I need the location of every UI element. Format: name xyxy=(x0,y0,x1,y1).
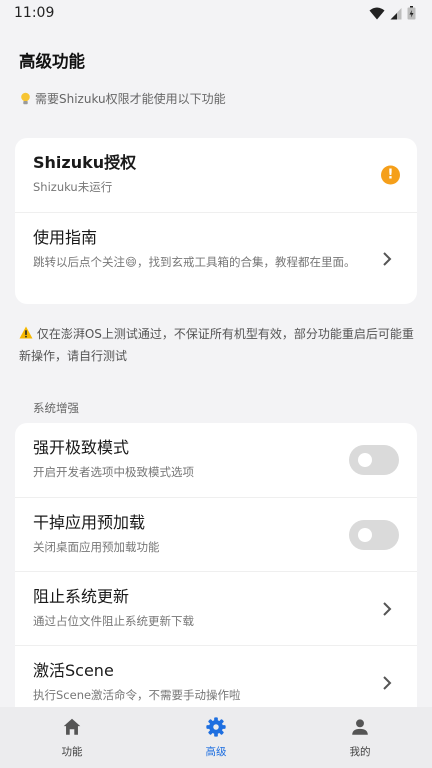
toggle-knob xyxy=(358,527,372,542)
toggle-knob xyxy=(358,453,372,467)
bottom-nav: 功能 高级 我的 xyxy=(0,707,432,768)
nav-label-profile: 我的 xyxy=(349,746,371,758)
nav-label-features: 功能 xyxy=(61,746,83,758)
battery-icon xyxy=(407,6,416,20)
nav-item-advanced[interactable]: 高级 xyxy=(144,707,288,768)
activate-scene-title: 激活Scene xyxy=(33,661,114,680)
extreme-mode-row: 强开极致模式 开启开发者选项中极致模式选项 xyxy=(15,423,417,497)
home-icon xyxy=(63,718,81,735)
nav-item-profile[interactable]: 我的 xyxy=(288,707,432,768)
hint-text: 需要Shizuku权限才能使用以下功能 xyxy=(35,92,226,106)
extreme-mode-toggle[interactable] xyxy=(349,445,399,475)
lightbulb-icon xyxy=(21,92,30,105)
compat-notice: 仅在澎湃OS上测试通过，不保证所有机型有效，部分功能重启后可能重新操作，请自行测… xyxy=(19,323,414,367)
disable-preload-toggle[interactable] xyxy=(349,519,399,550)
disable-preload-subtitle: 关闭桌面应用预加载功能 xyxy=(33,540,160,554)
wifi-icon xyxy=(369,7,385,19)
page-title: 高级功能 xyxy=(19,52,85,71)
shizuku-auth-title: Shizuku授权 xyxy=(33,153,137,172)
disable-preload-row: 干掉应用预加载 关闭桌面应用预加载功能 xyxy=(15,497,417,571)
shizuku-auth-row[interactable]: Shizuku授权 Shizuku未运行 ! xyxy=(15,138,417,212)
chevron-right-icon xyxy=(383,251,392,266)
status-bar: 11:09 xyxy=(0,0,432,26)
guide-row[interactable]: 使用指南 跳转以后点个关注😄，找到玄戒工具箱的合集，教程都在里面。 xyxy=(15,212,417,304)
notice-text: 仅在澎湃OS上测试通过，不保证所有机型有效，部分功能重启后可能重新操作，请自行测… xyxy=(19,327,414,363)
section-label-system: 系统增强 xyxy=(33,401,79,415)
system-card: 强开极致模式 开启开发者选项中极致模式选项 干掉应用预加载 关闭桌面应用预加载功… xyxy=(15,423,417,707)
chevron-right-icon xyxy=(383,601,392,616)
block-update-title: 阻止系统更新 xyxy=(33,587,130,606)
block-update-subtitle: 通过占位文件阻止系统更新下载 xyxy=(33,614,194,628)
status-icons xyxy=(369,6,416,20)
block-update-row[interactable]: 阻止系统更新 通过占位文件阻止系统更新下载 xyxy=(15,571,417,645)
disable-preload-title: 干掉应用预加载 xyxy=(33,513,146,532)
warning-badge-icon: ! xyxy=(381,165,400,185)
shizuku-hint: 需要Shizuku权限才能使用以下功能 xyxy=(20,90,226,107)
warning-icon xyxy=(19,326,33,339)
extreme-mode-subtitle: 开启开发者选项中极致模式选项 xyxy=(33,465,194,479)
status-time: 11:09 xyxy=(14,5,55,21)
shizuku-card: Shizuku授权 Shizuku未运行 ! 使用指南 跳转以后点个关注😄，找到… xyxy=(15,138,417,304)
signal-icon xyxy=(390,7,402,19)
gear-icon xyxy=(206,717,226,737)
activate-scene-subtitle: 执行Scene激活命令，不需要手动操作啦 xyxy=(33,688,241,702)
extreme-mode-title: 强开极致模式 xyxy=(33,438,130,457)
guide-subtitle: 跳转以后点个关注😄，找到玄戒工具箱的合集，教程都在里面。 xyxy=(33,255,356,269)
person-icon xyxy=(352,719,368,735)
nav-item-features[interactable]: 功能 xyxy=(0,707,144,768)
guide-title: 使用指南 xyxy=(33,228,98,247)
activate-scene-row[interactable]: 激活Scene 执行Scene激活命令，不需要手动操作啦 xyxy=(15,645,417,707)
nav-label-advanced: 高级 xyxy=(205,746,227,758)
chevron-right-icon xyxy=(383,675,392,690)
shizuku-auth-subtitle: Shizuku未运行 xyxy=(33,180,113,194)
